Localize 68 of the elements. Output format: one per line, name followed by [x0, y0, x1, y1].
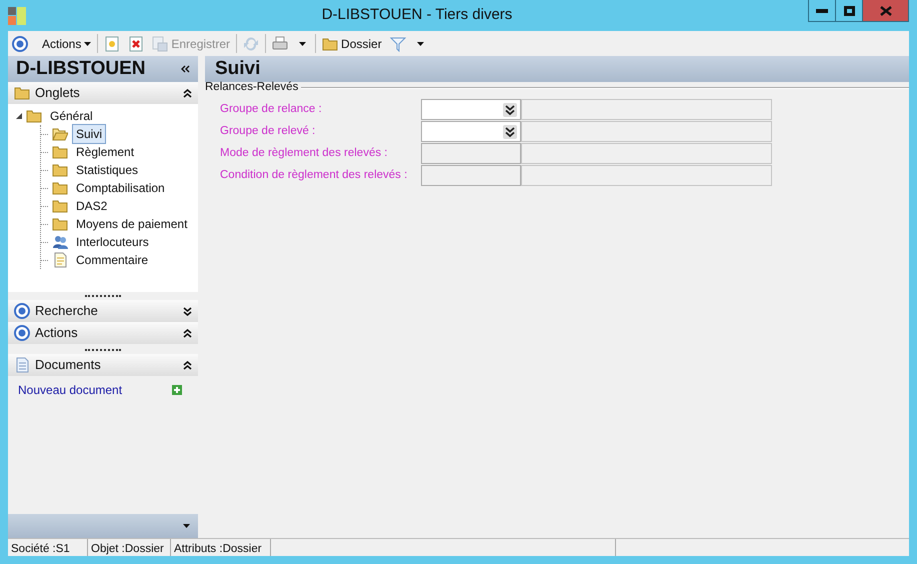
caret-icon [299, 42, 306, 46]
open-folder-icon [52, 126, 68, 142]
section-title: Recherche [35, 302, 98, 320]
section-title: Documents [35, 356, 101, 374]
field-label: Groupe de relance : [220, 102, 323, 117]
folder-icon [52, 198, 68, 214]
tree-item[interactable]: DAS2 [72, 196, 112, 216]
dropdown-icon[interactable] [503, 124, 517, 138]
tree-item[interactable]: Comptabilisation [72, 178, 169, 198]
status-text: Société :S1 [8, 539, 88, 556]
add-icon[interactable] [172, 385, 182, 395]
close-icon [880, 6, 892, 16]
target-icon [14, 325, 30, 341]
minimize-icon [816, 8, 828, 12]
people-icon [52, 234, 68, 250]
caret-icon [416, 42, 424, 46]
folder-icon [52, 216, 68, 232]
field-label: Mode de règlement des relevés : [220, 146, 388, 161]
status-text: Attributs :Dossier [171, 539, 271, 556]
collapse-icon[interactable] [183, 360, 192, 370]
status-text: Objet :Dossier [88, 539, 171, 556]
collapse-icon[interactable] [181, 65, 190, 73]
maximize-icon [844, 6, 854, 16]
combo-field[interactable] [421, 121, 521, 142]
tree-item[interactable]: Général [46, 106, 97, 126]
caret-icon [84, 42, 92, 46]
expander-icon[interactable] [16, 113, 22, 119]
folder-button[interactable]: Dossier [320, 34, 384, 54]
actions-menu-button[interactable]: Actions [40, 34, 94, 54]
folder-icon [52, 162, 68, 178]
panel-title: Suivi [215, 56, 260, 81]
window-title: D-LIBSTOUEN - Tiers divers [322, 6, 512, 24]
collapse-icon[interactable] [183, 328, 192, 338]
refresh-icon [243, 36, 260, 52]
note-icon [52, 252, 68, 268]
tree-item[interactable]: Interlocuteurs [72, 232, 153, 252]
section-title: Onglets [35, 84, 80, 102]
tree-item[interactable]: Suivi [72, 124, 106, 144]
folder-icon [52, 144, 68, 160]
tree-item[interactable]: Règlement [72, 142, 138, 162]
combo-field[interactable] [421, 99, 521, 120]
target-icon [14, 303, 30, 319]
folder-icon [26, 108, 42, 124]
field-label: Groupe de relevé : [220, 124, 316, 139]
group-title: Relances-Relevés [205, 80, 298, 95]
delete-icon [128, 36, 144, 52]
close-button[interactable] [863, 0, 908, 21]
filter-icon [390, 36, 406, 52]
save-icon [152, 36, 168, 52]
tree-item[interactable]: Statistiques [72, 160, 142, 180]
folder-icon [52, 180, 68, 196]
sidebar-title: D-LIBSTOUEN [16, 56, 146, 81]
caret-icon [183, 524, 190, 528]
folder-icon [322, 36, 338, 52]
section-title: Actions [35, 324, 78, 342]
field-label: Condition de règlement des relevés : [220, 168, 408, 183]
printer-icon [272, 36, 288, 52]
app-icon [8, 6, 26, 24]
target-icon [12, 36, 28, 52]
document-icon [14, 357, 30, 373]
new-document-link[interactable]: Nouveau document [18, 381, 122, 399]
expand-icon[interactable] [183, 306, 192, 316]
dropdown-icon[interactable] [503, 102, 517, 116]
tree-item[interactable]: Moyens de paiement [72, 214, 192, 234]
new-document-icon [104, 36, 120, 52]
collapse-icon[interactable] [183, 88, 192, 98]
folder-icon [14, 85, 30, 101]
tree-item[interactable]: Commentaire [72, 250, 152, 270]
